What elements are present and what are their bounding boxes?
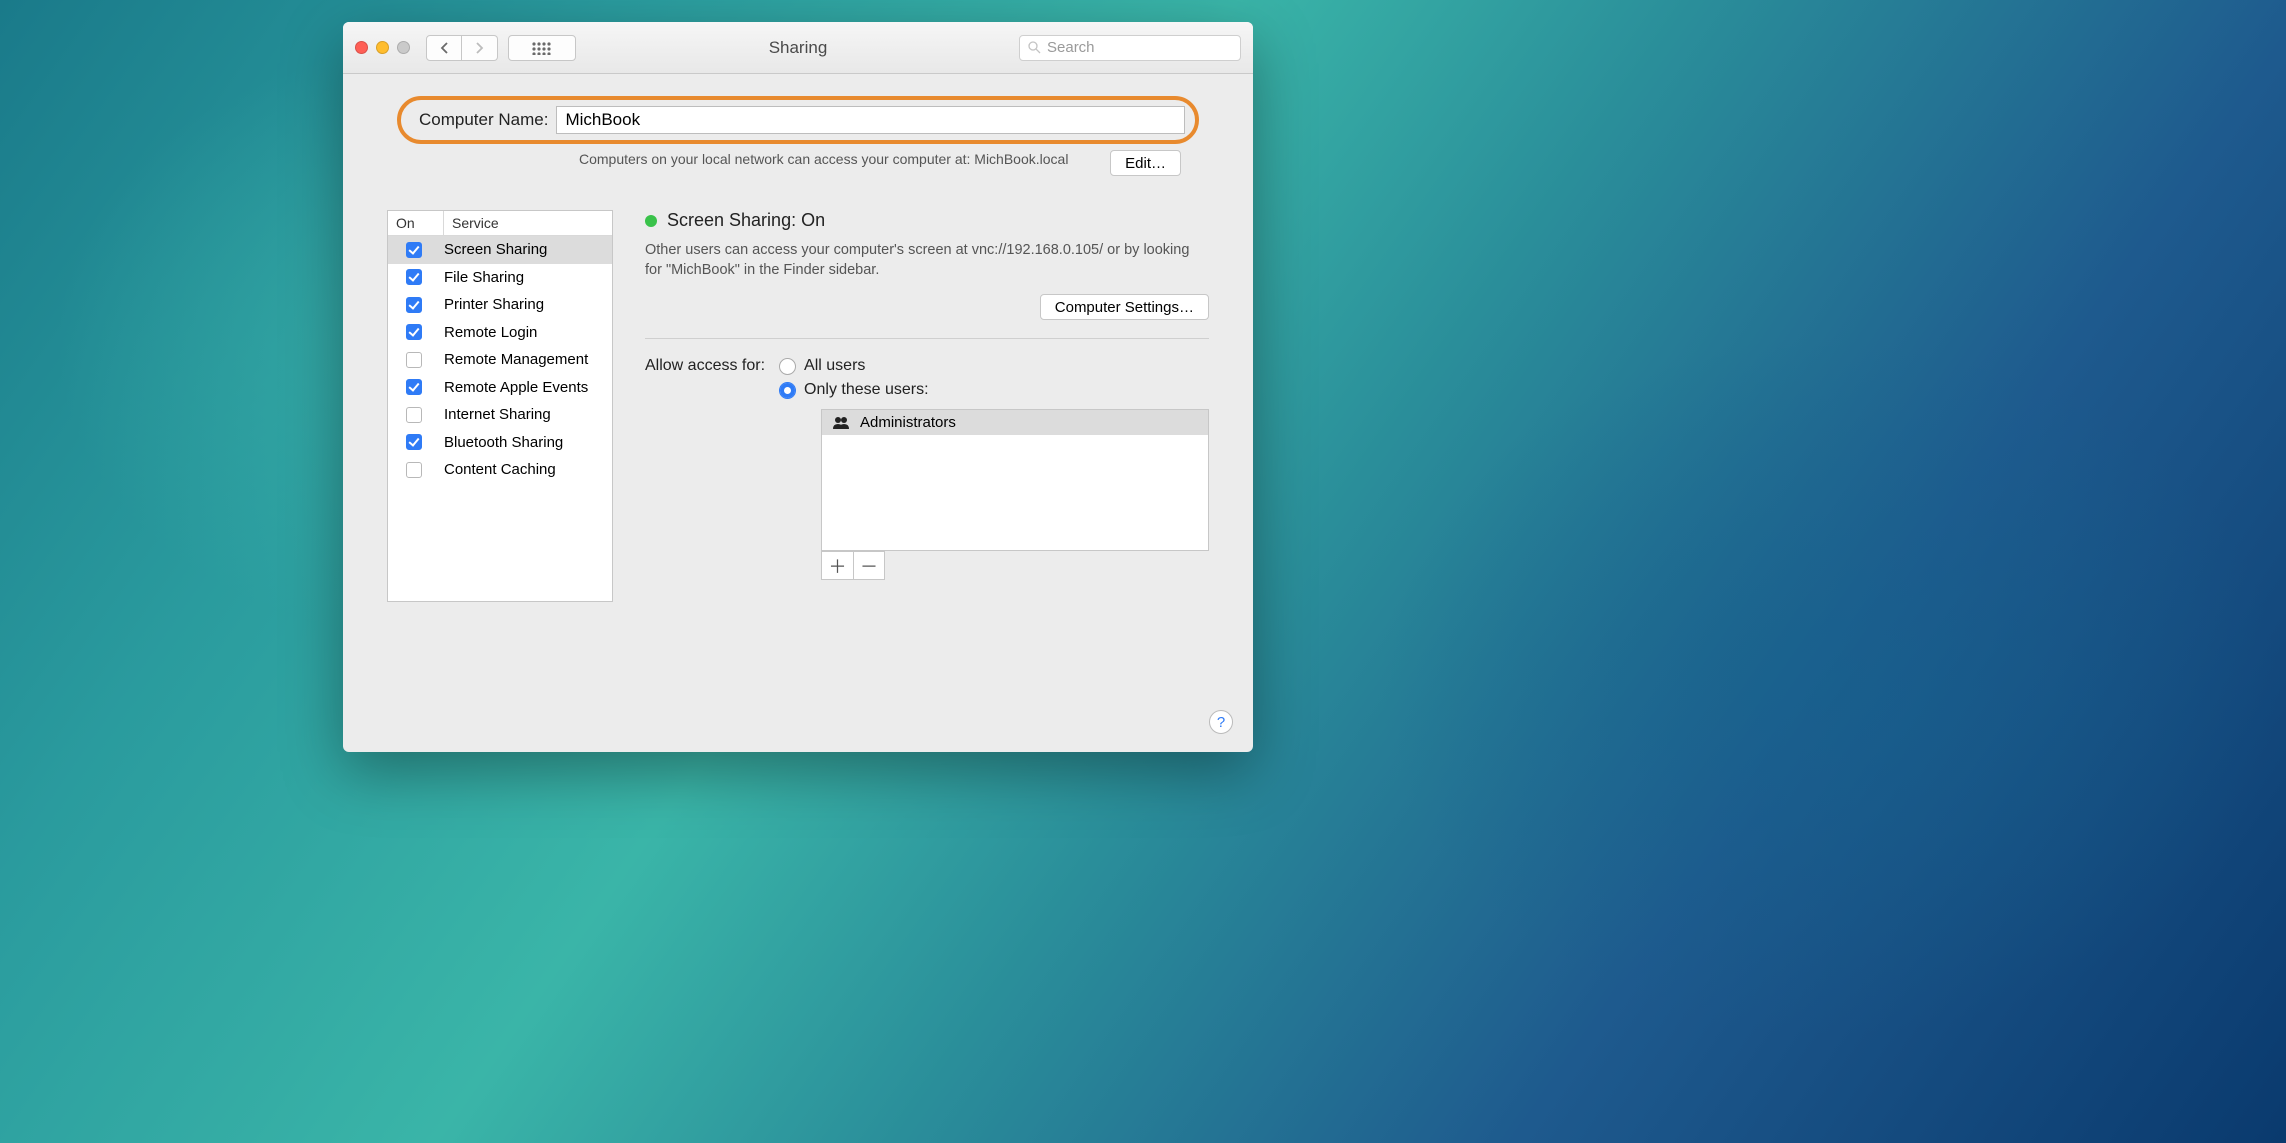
search-placeholder: Search [1047,39,1095,56]
column-service[interactable]: Service [444,211,612,235]
services-table: On Service Screen Sharing File Sharing Pri… [387,210,613,602]
service-row[interactable]: Remote Login [388,319,612,347]
radio-all-label: All users [804,357,865,375]
service-checkbox[interactable] [406,352,422,368]
help-icon: ? [1217,714,1225,731]
service-label: Internet Sharing [444,406,551,423]
status-title: Screen Sharing: On [667,210,825,231]
service-label: Content Caching [444,461,556,478]
radio-only-label: Only these users: [804,381,929,399]
titlebar: Sharing Search [343,22,1253,74]
service-label: Remote Login [444,324,537,341]
status-indicator-icon [645,215,657,227]
help-button[interactable]: ? [1209,710,1233,734]
service-checkbox[interactable] [406,242,422,258]
chevron-right-icon [475,42,484,54]
grid-icon [531,41,553,55]
service-label: Remote Management [444,351,588,368]
plus-icon: ＋ [829,553,847,579]
radio-icon [779,382,796,399]
divider [645,338,1209,339]
list-item[interactable]: Administrators [822,410,1208,435]
column-on[interactable]: On [388,211,444,235]
back-button[interactable] [426,35,462,61]
close-icon[interactable] [355,41,368,54]
service-row[interactable]: File Sharing [388,264,612,292]
users-icon [832,416,850,429]
access-label: Allow access for: [645,357,765,375]
users-list[interactable]: Administrators [821,409,1209,551]
search-icon [1028,41,1041,54]
service-row[interactable]: Internet Sharing [388,401,612,429]
radio-all-users[interactable]: All users [779,357,929,375]
service-label: Screen Sharing [444,241,547,258]
service-checkbox[interactable] [406,462,422,478]
service-checkbox[interactable] [406,269,422,285]
radio-only-users[interactable]: Only these users: [779,381,929,399]
computer-name-input[interactable] [556,106,1185,134]
user-list-controls: ＋ － [821,551,1209,580]
service-label: File Sharing [444,269,524,286]
add-user-button[interactable]: ＋ [821,551,853,580]
table-header: On Service [388,211,612,236]
service-checkbox[interactable] [406,434,422,450]
sharing-window: Sharing Search Computer Name: Computers … [343,22,1253,752]
service-row[interactable]: Remote Management [388,346,612,374]
content-area: Computer Name: Computers on your local n… [343,74,1253,622]
computer-name-label: Computer Name: [419,110,548,130]
edit-button[interactable]: Edit… [1110,150,1181,176]
computer-settings-button[interactable]: Computer Settings… [1040,294,1209,320]
service-row[interactable]: Printer Sharing [388,291,612,319]
remove-user-button[interactable]: － [853,551,885,580]
service-row[interactable]: Bluetooth Sharing [388,429,612,457]
service-row[interactable]: Remote Apple Events [388,374,612,402]
minus-icon: － [860,553,878,579]
service-row[interactable]: Screen Sharing [388,236,612,264]
search-input[interactable]: Search [1019,35,1241,61]
computer-name-subtext: Computers on your local network can acce… [579,150,1090,169]
status-row: Screen Sharing: On [645,210,1209,231]
forward-button[interactable] [462,35,498,61]
computer-name-highlight: Computer Name: [397,96,1199,144]
service-detail: Screen Sharing: On Other users can acces… [645,210,1209,602]
service-label: Printer Sharing [444,296,544,313]
service-label: Bluetooth Sharing [444,434,563,451]
service-description: Other users can access your computer's s… [645,241,1209,280]
nav-buttons [426,35,498,61]
service-label: Remote Apple Events [444,379,588,396]
show-all-button[interactable] [508,35,576,61]
window-controls [355,41,410,54]
service-checkbox[interactable] [406,324,422,340]
radio-icon [779,358,796,375]
service-row[interactable]: Content Caching [388,456,612,484]
service-checkbox[interactable] [406,379,422,395]
minimize-icon[interactable] [376,41,389,54]
zoom-icon[interactable] [397,41,410,54]
user-name: Administrators [860,414,956,431]
service-checkbox[interactable] [406,297,422,313]
chevron-left-icon [440,42,449,54]
service-checkbox[interactable] [406,407,422,423]
